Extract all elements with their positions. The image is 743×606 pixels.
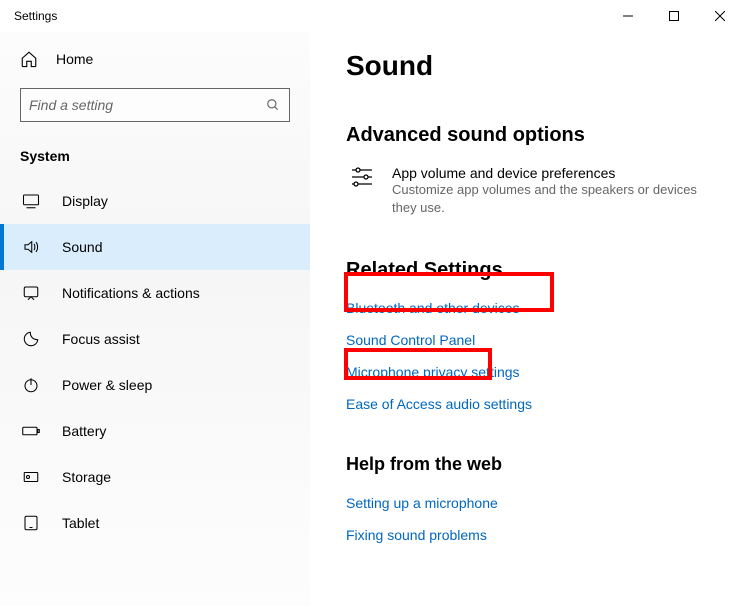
close-icon	[715, 11, 725, 21]
battery-icon	[22, 422, 40, 440]
search-input[interactable]	[29, 97, 265, 113]
search-box[interactable]	[20, 88, 290, 122]
maximize-icon	[669, 11, 679, 21]
window-controls	[605, 0, 743, 32]
link-fix-sound-problems[interactable]: Fixing sound problems	[346, 519, 743, 551]
close-button[interactable]	[697, 0, 743, 32]
sidebar-item-label: Battery	[62, 423, 106, 439]
window-title: Settings	[14, 9, 57, 23]
sound-icon	[22, 238, 40, 256]
maximize-button[interactable]	[651, 0, 697, 32]
sidebar-item-label: Storage	[62, 469, 111, 485]
sidebar: Home System Display Sound Notifications …	[0, 32, 310, 606]
advanced-item-text: App volume and device preferences Custom…	[392, 165, 743, 217]
advanced-heading: Advanced sound options	[346, 124, 743, 147]
sliders-icon	[346, 165, 378, 217]
sidebar-item-battery[interactable]: Battery	[0, 408, 310, 454]
related-heading: Related Settings	[346, 259, 743, 282]
titlebar: Settings	[0, 0, 743, 32]
help-heading: Help from the web	[346, 454, 743, 475]
notifications-icon	[22, 284, 40, 302]
home-button[interactable]: Home	[0, 40, 310, 78]
tablet-icon	[22, 514, 40, 532]
advanced-item-title: App volume and device preferences	[392, 165, 723, 181]
home-label: Home	[56, 51, 93, 67]
sidebar-item-tablet[interactable]: Tablet	[0, 500, 310, 546]
sidebar-item-display[interactable]: Display	[0, 178, 310, 224]
sidebar-item-sound[interactable]: Sound	[0, 224, 310, 270]
storage-icon	[22, 468, 40, 486]
link-bluetooth[interactable]: Bluetooth and other devices	[346, 292, 743, 324]
focus-icon	[22, 330, 40, 348]
power-icon	[22, 376, 40, 394]
minimize-button[interactable]	[605, 0, 651, 32]
sidebar-item-label: Tablet	[62, 515, 99, 531]
sidebar-item-storage[interactable]: Storage	[0, 454, 310, 500]
search-icon	[265, 97, 281, 113]
advanced-item[interactable]: App volume and device preferences Custom…	[346, 165, 743, 217]
minimize-icon	[623, 11, 633, 21]
link-microphone-privacy[interactable]: Microphone privacy settings	[346, 356, 743, 388]
sidebar-item-label: Power & sleep	[62, 377, 152, 393]
sidebar-item-focus-assist[interactable]: Focus assist	[0, 316, 310, 362]
home-icon	[20, 50, 38, 68]
sidebar-group-header: System	[0, 140, 310, 178]
sidebar-item-power-sleep[interactable]: Power & sleep	[0, 362, 310, 408]
display-icon	[22, 192, 40, 210]
link-setup-microphone[interactable]: Setting up a microphone	[346, 487, 743, 519]
page-title: Sound	[346, 50, 743, 82]
link-ease-of-access-audio[interactable]: Ease of Access audio settings	[346, 388, 743, 420]
sidebar-item-label: Display	[62, 193, 108, 209]
content: Sound Advanced sound options App volume …	[310, 32, 743, 606]
sidebar-item-notifications[interactable]: Notifications & actions	[0, 270, 310, 316]
advanced-item-desc: Customize app volumes and the speakers o…	[392, 181, 723, 217]
sidebar-item-label: Focus assist	[62, 331, 140, 347]
sidebar-item-label: Notifications & actions	[62, 285, 200, 301]
link-sound-control-panel[interactable]: Sound Control Panel	[346, 324, 743, 356]
main: Home System Display Sound Notifications …	[0, 32, 743, 606]
sidebar-item-label: Sound	[62, 239, 102, 255]
